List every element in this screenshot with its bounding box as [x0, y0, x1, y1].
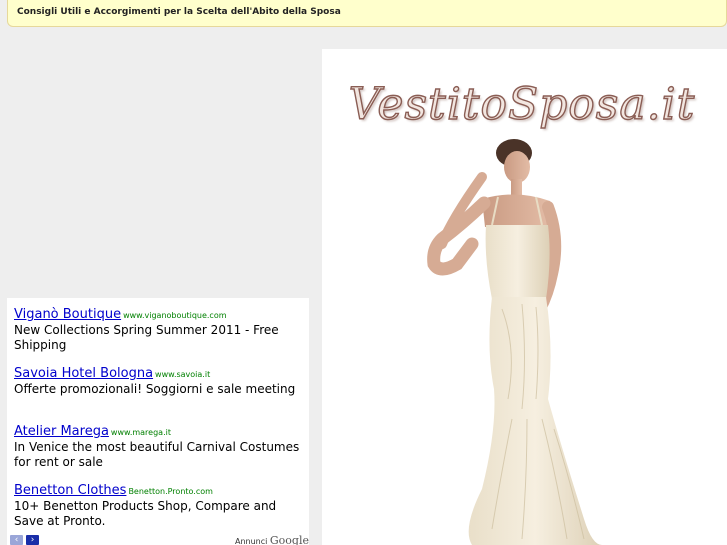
hero-banner[interactable]: VestitoSposa.it	[322, 49, 727, 545]
ad-url[interactable]: Benetton.Pronto.com	[128, 487, 212, 496]
ad-title-link[interactable]: Atelier Marega	[14, 424, 109, 439]
bride-dress-image	[427, 139, 602, 545]
ad-item: Atelier Marega www.marega.it In Venice th…	[14, 420, 306, 470]
ad-item: Viganò Boutique www.viganoboutique.com Ne…	[14, 303, 306, 353]
ad-description: 10+ Benetton Products Shop, Compare and …	[14, 499, 277, 528]
ad-title-link[interactable]: Viganò Boutique	[14, 307, 121, 322]
ad-url[interactable]: www.savoia.it	[155, 370, 210, 379]
google-logo: Google	[269, 534, 309, 545]
ads-by-google-link[interactable]: Annunci Google	[235, 534, 309, 545]
page-title: Consigli Utili e Accorgimenti per la Sce…	[17, 7, 341, 17]
ad-description: Offerte promozionali! Soggiorni e sale m…	[14, 382, 296, 396]
ad-footer: ‹ › Annunci Google	[10, 534, 309, 545]
ad-block: Viganò Boutique www.viganoboutique.com Ne…	[7, 298, 309, 545]
chevron-right-icon[interactable]: ›	[26, 535, 39, 545]
ad-item: Savoia Hotel Bologna www.savoia.it Offert…	[14, 362, 306, 397]
ad-title-link[interactable]: Savoia Hotel Bologna	[14, 366, 153, 381]
annunci-label: Annunci	[234, 537, 268, 545]
ad-title-link[interactable]: Benetton Clothes	[14, 483, 126, 498]
ad-url[interactable]: www.viganoboutique.com	[123, 311, 226, 320]
ad-description: In Venice the most beautiful Carnival Co…	[14, 440, 300, 469]
header-bar: Consigli Utili e Accorgimenti per la Sce…	[7, 0, 727, 27]
ad-item: Benetton Clothes Benetton.Pronto.com 10+ …	[14, 479, 306, 529]
chevron-left-icon[interactable]: ‹	[10, 535, 23, 545]
ad-description: New Collections Spring Summer 2011 - Fre…	[14, 323, 279, 352]
ad-url[interactable]: www.marega.it	[111, 428, 171, 437]
